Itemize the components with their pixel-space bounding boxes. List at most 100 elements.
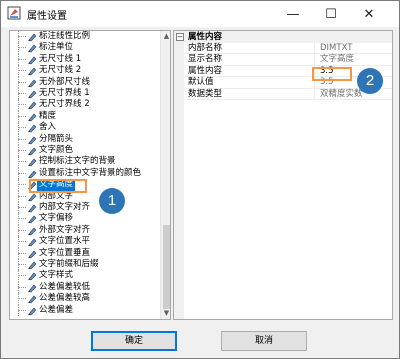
- tree-item[interactable]: 精度: [10, 110, 160, 123]
- tree-item[interactable]: 无尺寸线 1: [10, 53, 160, 66]
- tree-item-label: 文字偏移: [39, 213, 74, 224]
- tree-item[interactable]: 无外部尺寸线: [10, 76, 160, 88]
- tree-item[interactable]: 公差偏差较低: [10, 281, 160, 294]
- property-value: 双精度实数: [320, 88, 363, 99]
- tree-item[interactable]: 分隔箭头: [10, 133, 160, 145]
- pencil-icon: [28, 124, 37, 133]
- tree-item[interactable]: 舍入: [10, 122, 160, 134]
- category-label: 属性内容: [188, 32, 223, 42]
- tree-branch-line: [18, 241, 26, 243]
- tree-branch-line: [18, 172, 26, 174]
- grid-gutter: [174, 43, 184, 319]
- tree-item-label: 无尺寸界线 1: [39, 88, 90, 98]
- tree-item[interactable]: 外部文字对齐: [10, 224, 160, 237]
- tree-item[interactable]: 文字前缀和后缀: [10, 259, 160, 271]
- tree-item[interactable]: 无尺寸线 2: [10, 65, 160, 77]
- pencil-icon: [28, 79, 37, 87]
- tree-item[interactable]: 文字颜色: [10, 145, 160, 157]
- tree-item[interactable]: 文字样式: [10, 270, 160, 282]
- maximize-button[interactable]: ☐: [312, 1, 350, 27]
- pencil-icon: [28, 284, 37, 293]
- highlight-box-value: [312, 67, 352, 81]
- tree-item[interactable]: 内部文字对齐: [10, 202, 160, 214]
- tree-branch-line: [18, 93, 26, 94]
- tree-branch-line: [18, 47, 26, 49]
- pencil-icon: [28, 136, 37, 144]
- tree-branch-line: [18, 195, 26, 197]
- ok-button[interactable]: 确定: [91, 331, 177, 351]
- property-row[interactable]: 内部名称 DIMTXT: [184, 43, 392, 55]
- tree-branch-line: [18, 275, 26, 277]
- tree-item-label: 文字前缀和后缀: [39, 259, 99, 269]
- column-divider: [314, 43, 315, 54]
- tree-item[interactable]: 标注单位: [10, 42, 160, 54]
- tree-item-label: 舍入: [39, 122, 57, 133]
- cancel-button[interactable]: 取消: [221, 331, 307, 351]
- pencil-icon: [28, 238, 37, 247]
- pencil-icon: [28, 215, 37, 224]
- tree-item[interactable]: 文字偏移: [10, 213, 160, 225]
- pencil-icon: [28, 170, 37, 179]
- tree-item[interactable]: 公差偏差较高: [10, 293, 160, 305]
- tree-item[interactable]: 设置标注中文字背景的颜色: [10, 167, 160, 180]
- property-name: 默认值: [188, 77, 214, 88]
- column-divider: [314, 88, 315, 99]
- tree-item[interactable]: 无尺寸界线 1: [10, 88, 160, 100]
- property-value: DIMTXT: [320, 43, 353, 53]
- pencil-icon: [28, 67, 37, 76]
- pencil-icon: [28, 261, 37, 270]
- tree-item-label: 公差偏差较高: [39, 293, 91, 304]
- property-name: 数据类型: [188, 88, 223, 99]
- tree-branch-line: [18, 184, 26, 186]
- tree-item[interactable]: 无尺寸界线 2: [10, 99, 160, 111]
- scroll-up-icon[interactable]: ▲: [161, 31, 170, 42]
- pencil-icon: [28, 101, 37, 110]
- category-header[interactable]: − 属性内容: [174, 31, 392, 43]
- tree-item[interactable]: 标注线性比例: [10, 31, 160, 43]
- tree-item-label: 公差偏差较低: [39, 281, 91, 292]
- pencil-icon: [28, 204, 37, 213]
- tree-item[interactable]: 文字位置水平: [10, 236, 160, 248]
- tree-branch-line: [18, 36, 26, 37]
- tree-item-label: 文字位置垂直: [39, 247, 91, 258]
- close-button[interactable]: ✕: [350, 1, 388, 27]
- property-value: 文字高度: [320, 54, 355, 65]
- pencil-icon: [28, 272, 37, 281]
- tree-branch-line: [18, 298, 26, 300]
- highlight-box-tree: [29, 179, 87, 193]
- app-icon: [7, 6, 21, 20]
- tree-item-label: 文字颜色: [39, 145, 74, 155]
- pencil-icon: [28, 113, 37, 122]
- pencil-icon: [28, 56, 37, 65]
- tree-item-label: 设置标注中文字背景的颜色: [39, 167, 142, 178]
- tree-branch-line: [18, 207, 26, 208]
- pencil-icon: [28, 250, 37, 258]
- property-tree[interactable]: 标注线性比例 标注单位 无尺寸线 1 无尺寸线 2 无外部尺寸线 无尺寸界线 1 无尺寸界线…: [9, 30, 171, 320]
- title-bar: 属性设置 — ☐ ✕: [1, 1, 399, 27]
- scroll-thumb[interactable]: [163, 225, 170, 309]
- collapse-icon[interactable]: −: [176, 33, 184, 41]
- property-name: 显示名称: [188, 54, 223, 65]
- pencil-icon: [28, 90, 37, 99]
- pencil-icon: [28, 33, 37, 42]
- tree-item[interactable]: 文字位置垂直: [10, 247, 160, 259]
- window-title: 属性设置: [27, 11, 67, 22]
- tree-item-label: 无尺寸界线 2: [39, 99, 90, 110]
- tree-branch-line: [18, 70, 26, 72]
- tree-item-label: 文字样式: [39, 270, 74, 281]
- tree-branch-line: [18, 81, 26, 83]
- tree-item-label: 标注单位: [39, 42, 74, 53]
- tree-scrollbar[interactable]: ▲ ▼: [160, 31, 170, 319]
- pencil-icon: [28, 147, 37, 156]
- minimize-button[interactable]: —: [274, 1, 312, 27]
- tree-item[interactable]: 公差偏差: [10, 304, 160, 316]
- pencil-icon: [28, 158, 37, 167]
- tree-item[interactable]: 控制标注文字的背景: [10, 156, 160, 168]
- scroll-down-icon[interactable]: ▼: [161, 308, 170, 319]
- tree-branch-line: [18, 150, 26, 151]
- tree-item-label: 无尺寸线 2: [39, 65, 82, 76]
- pencil-icon: [28, 295, 37, 304]
- pencil-icon: [28, 193, 37, 201]
- property-row[interactable]: 显示名称 文字高度: [184, 54, 392, 66]
- tree-branch-line: [18, 309, 26, 311]
